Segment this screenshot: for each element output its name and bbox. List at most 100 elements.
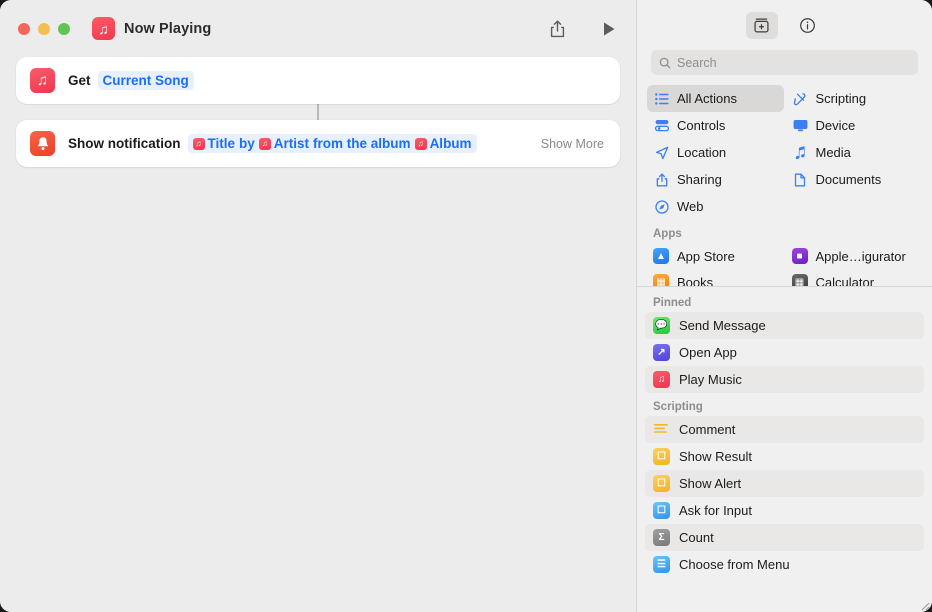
category-label: Device <box>815 118 856 133</box>
list-item-label: Show Result <box>679 449 752 464</box>
apps-section-label: Apps <box>653 228 682 240</box>
show-result-icon: ☐ <box>653 448 670 465</box>
search-container: Search <box>637 50 932 85</box>
shortcut-editor-pane: ♫ Now Playing ♫ Get Current Song Show no… <box>0 0 636 612</box>
token-label: Current Song <box>102 73 189 88</box>
category-location[interactable]: Location <box>647 139 784 166</box>
search-placeholder: Search <box>677 55 717 70</box>
info-icon[interactable] <box>792 12 824 39</box>
variable-token-album[interactable]: ♫ Album <box>414 136 472 151</box>
action-library-icon[interactable] <box>745 11 778 39</box>
list-item-label: Open App <box>679 345 737 360</box>
token-plain-by: by <box>239 136 255 151</box>
choose-menu-icon: ☰ <box>653 556 670 573</box>
list-item-choose-from-menu[interactable]: ☰ Choose from Menu <box>645 551 924 578</box>
category-grid: All Actions Scripting Controls Device Lo… <box>637 85 932 220</box>
search-icon <box>659 57 671 68</box>
app-item-apple-configurator[interactable]: ■ Apple…igurator <box>786 243 923 269</box>
list-item-play-music[interactable]: ♫ Play Music <box>645 366 924 393</box>
category-media[interactable]: Media <box>786 139 923 166</box>
variable-token-artist[interactable]: ♫ Artist <box>258 136 310 151</box>
window-titlebar: ♫ Now Playing <box>0 0 636 57</box>
category-web[interactable]: Web <box>647 193 784 220</box>
music-note-badge: ♫ <box>258 137 271 150</box>
list-item-send-message[interactable]: 💬 Send Message <box>645 312 924 339</box>
variable-token-title[interactable]: ♫ Title <box>192 136 236 151</box>
compass-icon <box>653 199 670 214</box>
list-item-show-result[interactable]: ☐ Show Result <box>645 443 924 470</box>
display-icon <box>792 119 809 132</box>
pinned-list: 💬 Send Message ↗ Open App ♫ Play Music <box>637 312 932 393</box>
category-label: Location <box>677 145 727 160</box>
list-item-label: Ask for Input <box>679 503 752 518</box>
search-input[interactable]: Search <box>651 50 918 75</box>
ask-input-icon: ☐ <box>653 502 670 519</box>
action-card-get[interactable]: ♫ Get Current Song <box>16 57 620 104</box>
app-item-calculator[interactable]: ▦ Calculator <box>786 269 923 287</box>
category-label: Documents <box>815 172 882 187</box>
action-verb: Get <box>68 73 91 88</box>
app-label: Books <box>677 274 714 287</box>
action-card-show-notification[interactable]: Show notification ♫ Title by ♫ Artist fr… <box>16 120 620 167</box>
notification-text-tokens[interactable]: ♫ Title by ♫ Artist from the album ♫ Alb… <box>187 134 477 153</box>
titlebar-actions <box>546 0 620 57</box>
list-item-label: Show Alert <box>679 476 742 491</box>
app-item-app-store[interactable]: ▲ App Store <box>647 243 784 269</box>
app-label: Apple…igurator <box>815 248 906 264</box>
calculator-icon: ▦ <box>791 274 808 286</box>
category-documents[interactable]: Documents <box>786 166 923 193</box>
show-alert-icon: ☐ <box>653 475 670 492</box>
category-all-actions[interactable]: All Actions <box>647 85 784 112</box>
category-label: Sharing <box>677 172 722 187</box>
variable-label: Title <box>207 136 236 151</box>
scripting-list: Comment ☐ Show Result ☐ Show Alert ☐ Ask… <box>637 416 932 578</box>
show-more-button[interactable]: Show More <box>541 137 604 151</box>
category-label: All Actions <box>677 91 737 106</box>
variable-label: Artist <box>273 136 310 151</box>
location-arrow-icon <box>653 146 670 160</box>
minimize-button[interactable] <box>38 22 50 35</box>
zoom-button[interactable] <box>58 22 70 35</box>
category-controls[interactable]: Controls <box>647 112 784 139</box>
category-sharing[interactable]: Sharing <box>647 166 784 193</box>
resize-grip[interactable] <box>918 598 930 611</box>
share-icon[interactable] <box>546 17 568 41</box>
app-store-icon: ▲ <box>653 248 669 264</box>
list-icon <box>653 92 670 105</box>
library-scroll-area[interactable]: Pinned 💬 Send Message ↗ Open App ♫ Play … <box>637 287 932 612</box>
list-item-comment[interactable]: Comment <box>645 416 924 443</box>
list-item-open-app[interactable]: ↗ Open App <box>645 339 924 366</box>
traffic-light-controls[interactable] <box>18 22 70 35</box>
open-app-icon: ↗ <box>653 344 670 361</box>
share-icon <box>653 172 670 187</box>
category-label: Web <box>677 199 704 214</box>
shortcut-icon: ♫ <box>92 17 115 40</box>
close-button[interactable] <box>18 22 30 35</box>
list-item-label: Comment <box>679 422 736 437</box>
music-app-icon: ♫ <box>653 371 670 388</box>
books-icon: ▦ <box>653 274 669 286</box>
list-item-count[interactable]: Σ Count <box>645 524 924 551</box>
variable-label: Album <box>429 136 472 151</box>
token-plain-from-album: from the album <box>313 136 411 151</box>
notification-bell-icon <box>30 131 55 156</box>
apple-configurator-icon: ■ <box>791 248 808 264</box>
action-library-sidebar: Search All Actions Scripting Controls De… <box>636 0 932 612</box>
category-label: Controls <box>677 118 726 133</box>
list-item-show-alert[interactable]: ☐ Show Alert <box>645 470 924 497</box>
list-item-label: Count <box>679 530 714 545</box>
music-note-badge: ♫ <box>414 137 427 150</box>
list-item-label: Play Music <box>679 372 742 387</box>
pinned-section-label: Pinned <box>653 297 692 309</box>
app-label: Calculator <box>815 274 875 287</box>
category-device[interactable]: Device <box>786 112 923 139</box>
parameter-token-current-song[interactable]: Current Song <box>97 71 194 90</box>
sidebar-toolbar <box>637 0 932 50</box>
list-item-ask-for-input[interactable]: ☐ Ask for Input <box>645 497 924 524</box>
app-item-books[interactable]: ▦ Books <box>647 269 784 287</box>
apps-grid: ▲ App Store ■ Apple…igurator ▦ Books ▦ C… <box>637 243 932 287</box>
document-icon <box>792 173 809 187</box>
category-scripting[interactable]: Scripting <box>786 85 923 112</box>
play-icon[interactable] <box>598 17 620 41</box>
app-label: App Store <box>677 248 735 264</box>
